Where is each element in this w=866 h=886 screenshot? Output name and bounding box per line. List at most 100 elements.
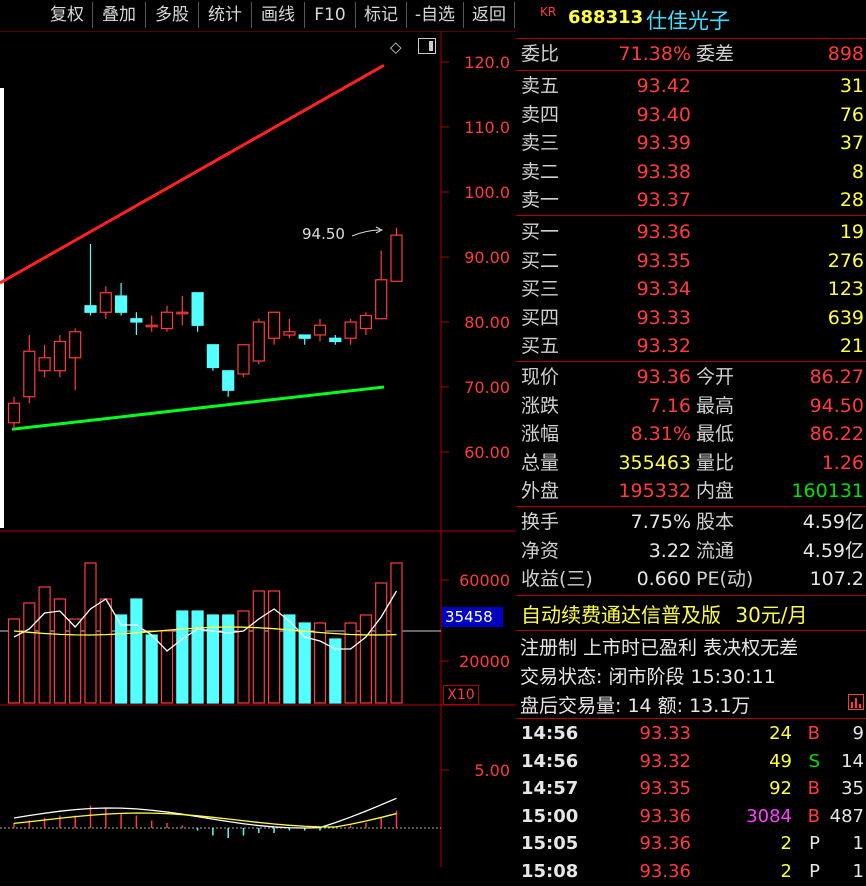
subscription-banner[interactable]: 自动续费通达信普及版 30元/月 — [521, 599, 808, 628]
fundamental-label: 换手 — [521, 511, 560, 533]
quote-row: 总量 355463 量比 1.26 — [516, 449, 866, 477]
ask-label: 卖四 — [521, 103, 560, 126]
quote-value: 86.27 — [809, 366, 864, 388]
price-tick-label: 110.0 — [464, 118, 510, 137]
toolbar-draw-button[interactable]: 画线 — [252, 2, 305, 28]
candle-body — [23, 350, 36, 398]
macd-dif-line — [13, 797, 397, 829]
bid-volume: 276 — [827, 249, 864, 272]
after-hours-volume: 盘后交易量: 14 额: 13.1万 — [520, 695, 751, 717]
ask-price: 93.37 — [636, 189, 691, 211]
diamond-icon[interactable]: ◇ — [390, 38, 402, 56]
volume-tick-label: 20000 — [459, 652, 510, 671]
trade-count: 14 — [841, 750, 864, 772]
toolbar-f10-button[interactable]: F10 — [305, 2, 356, 28]
toolbar-fuquan-button[interactable]: 复权 — [42, 2, 93, 28]
volume-bar — [69, 618, 82, 704]
toolbar-multistock-button[interactable]: 多股 — [146, 2, 199, 28]
ask-price: 93.40 — [636, 103, 691, 126]
trade-time: 14:56 — [521, 750, 579, 772]
quote-label: 外盘 — [521, 480, 560, 502]
banner-text: 自动续费通达信普及版 — [521, 603, 721, 627]
quote-value: 94.50 — [809, 394, 864, 417]
candle-body — [268, 311, 281, 339]
volume-bar — [283, 614, 296, 704]
quote-row: 涨幅 8.31% 最低 86.22 — [516, 420, 866, 448]
weicha-value: 898 — [827, 43, 864, 65]
trade-volume: 3084 — [746, 805, 792, 827]
volume-bar — [222, 614, 235, 704]
candle-body — [69, 331, 82, 359]
toolbar-watchlist-button[interactable]: -自选 — [407, 2, 464, 28]
volume-bar — [359, 614, 372, 704]
trade-count: 1 — [852, 860, 864, 882]
volume-bar — [375, 582, 388, 704]
weibi-label: 委比 — [521, 43, 560, 65]
trade-time: 14:57 — [521, 778, 579, 799]
trade-row: 14:57 93.35 92 B 35 — [516, 775, 866, 803]
volume-bar — [390, 562, 403, 704]
trade-count: 35 — [841, 778, 864, 799]
trade-count: 1 — [852, 833, 864, 854]
toolbar-overlay-button[interactable]: 叠加 — [93, 2, 146, 28]
bid-row: 买一 93.36 19 — [516, 218, 866, 246]
ask-row: 卖三 93.39 37 — [516, 129, 866, 157]
candle-body — [160, 311, 174, 330]
ask-price: 93.38 — [636, 160, 691, 183]
trade-side: B — [807, 723, 820, 744]
macd-tick-label: 5.00 — [474, 761, 510, 780]
high-arrow-line — [351, 229, 381, 237]
candle-body — [176, 311, 189, 315]
window-toggle-icon[interactable] — [418, 38, 436, 54]
volume-bar — [114, 614, 128, 704]
volume-bar — [176, 610, 189, 704]
kr-badge: KR — [540, 5, 557, 19]
kline-chart[interactable]: 120.0 110.0 100.0 90.00 80.00 70.00 60.00 60000… — [0, 0, 516, 867]
ask-label: 卖二 — [521, 160, 560, 183]
bid-volume: 123 — [827, 278, 864, 300]
candle-body — [313, 324, 327, 336]
chart-toolbar: 复权 叠加 多股 统计 画线 F10 标记 -自选 返回 — [0, 0, 516, 31]
weibi-row: 委比 71.38% 委差 898 — [516, 40, 866, 68]
volume-tick-label: 60000 — [459, 571, 510, 590]
fundamental-value: 4.59亿 — [802, 539, 864, 562]
toolbar-stats-button[interactable]: 统计 — [199, 2, 252, 28]
toolbar-back-button[interactable]: 返回 — [464, 2, 515, 28]
volume-bar — [99, 598, 112, 704]
fundamental-label: 股本 — [696, 511, 735, 533]
ask-volume: 8 — [851, 160, 864, 183]
ask-price: 93.39 — [636, 132, 691, 154]
trade-side: B — [807, 805, 820, 827]
price-tick-label: 70.00 — [464, 378, 510, 397]
bar-chart-icon[interactable] — [848, 694, 864, 710]
candle-body — [130, 318, 143, 323]
quote-label: 现价 — [521, 366, 560, 388]
quote-value: 355463 — [618, 451, 691, 474]
price-tick-label: 120.0 — [464, 53, 510, 72]
quote-value: 7.16 — [648, 394, 691, 417]
bid-row: 买五 93.32 21 — [516, 332, 866, 360]
trade-count: 9 — [852, 723, 864, 744]
trade-price: 93.36 — [639, 805, 691, 827]
ask-volume: 31 — [839, 75, 864, 97]
fundamental-value: 107.2 — [809, 568, 864, 590]
candle-body — [222, 370, 235, 391]
trade-price: 93.32 — [639, 750, 691, 772]
candle-body — [38, 357, 51, 372]
volume-unit-badge: X10 — [443, 685, 479, 705]
bid-label: 买二 — [521, 249, 560, 272]
bid-volume: 21 — [839, 335, 864, 357]
quote-label: 涨幅 — [521, 423, 560, 445]
fundamental-value: 0.660 — [636, 568, 691, 590]
left-panel-edge — [0, 88, 4, 528]
bid-row: 买三 93.34 123 — [516, 275, 866, 303]
candle-body — [359, 314, 372, 330]
bid-price: 93.36 — [636, 221, 691, 243]
candle-body — [344, 321, 357, 339]
volume-bar — [23, 602, 36, 704]
quote-label: 最低 — [696, 423, 735, 445]
ask-volume: 37 — [839, 132, 864, 154]
quote-panel: KR 688313 仕佳光子 委比 71.38% 委差 898 卖五 93.42 3… — [516, 0, 866, 882]
toolbar-mark-button[interactable]: 标记 — [356, 2, 407, 28]
ask-row: 卖一 93.37 28 — [516, 186, 866, 214]
